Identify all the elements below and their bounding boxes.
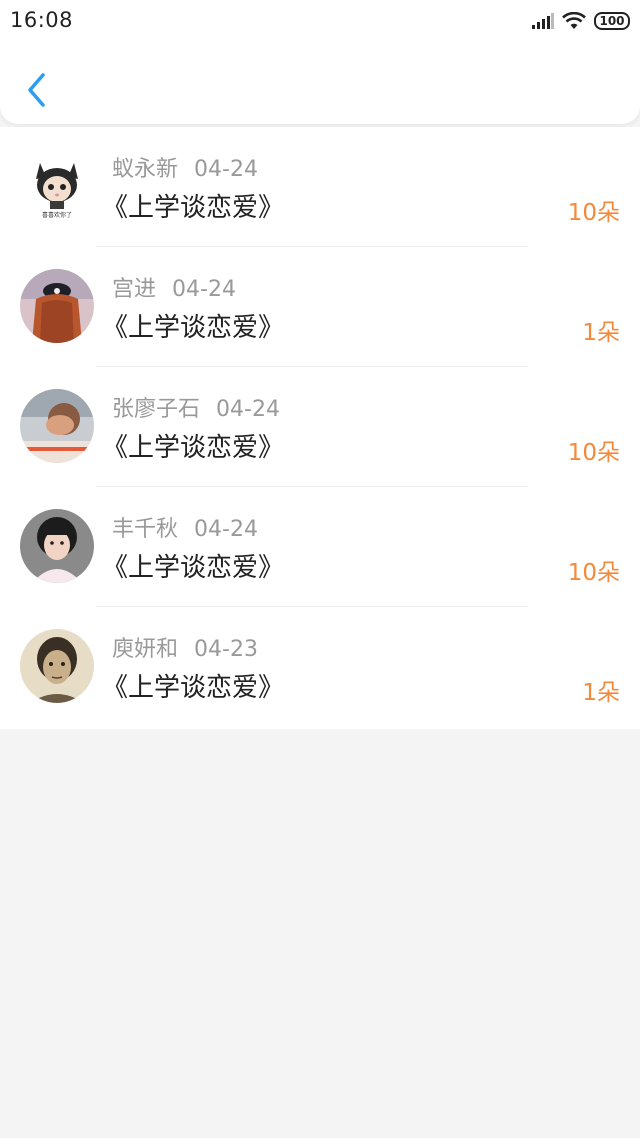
back-button[interactable] xyxy=(18,70,54,110)
avatar-photo-icon xyxy=(20,269,94,343)
sender-name: 蚁永新 xyxy=(112,157,179,182)
svg-text:喜喜欢你了: 喜喜欢你了 xyxy=(42,211,72,219)
sender-name: 丰千秋 xyxy=(112,517,179,542)
book-title[interactable]: 《上学谈恋爱》 xyxy=(102,307,284,344)
status-bar: 16:08 100 xyxy=(0,0,640,44)
send-date: 04-24 xyxy=(194,157,258,182)
list-item[interactable]: 喜喜欢你了 蚁永新 04-24 《上学谈恋爱》 10朵 xyxy=(0,127,640,247)
sender-line: 丰千秋 04-24 xyxy=(112,511,258,543)
list-item[interactable]: 丰千秋 04-24 《上学谈恋爱》 10朵 xyxy=(0,487,640,607)
wifi-icon xyxy=(562,12,586,29)
avatar[interactable]: 喜喜欢你了 xyxy=(20,149,94,223)
gift-amount: 10朵 xyxy=(567,200,620,226)
list-item[interactable]: 庾妍和 04-23 《上学谈恋爱》 1朵 xyxy=(0,607,640,727)
send-date: 04-23 xyxy=(194,637,258,662)
app-header: 16:08 100 xyxy=(0,0,640,124)
avatar-photo-icon xyxy=(20,629,94,703)
gift-amount: 1朵 xyxy=(582,680,620,706)
list-item[interactable]: 张廖子石 04-24 《上学谈恋爱》 10朵 xyxy=(0,367,640,487)
gift-amount: 1朵 xyxy=(582,320,620,346)
sender-name: 庾妍和 xyxy=(112,637,179,662)
avatar[interactable] xyxy=(20,509,94,583)
battery-level: 100 xyxy=(599,14,625,28)
chevron-left-icon xyxy=(28,73,45,107)
gift-amount: 10朵 xyxy=(567,560,620,586)
sender-name: 张廖子石 xyxy=(112,397,201,422)
sender-name: 宫进 xyxy=(112,277,157,302)
gift-amount: 10朵 xyxy=(567,440,620,466)
avatar-photo-icon xyxy=(20,389,94,463)
book-title[interactable]: 《上学谈恋爱》 xyxy=(102,667,284,704)
send-date: 04-24 xyxy=(172,277,236,302)
send-date: 04-24 xyxy=(194,517,258,542)
status-time: 16:08 xyxy=(10,8,74,32)
sender-line: 宫进 04-24 xyxy=(112,271,236,303)
gift-list: 喜喜欢你了 蚁永新 04-24 《上学谈恋爱》 10朵 宫进 04-24 《上学谈恋… xyxy=(0,127,640,729)
battery-icon: 100 xyxy=(594,12,630,30)
sender-line: 张廖子石 04-24 xyxy=(112,391,280,423)
avatar[interactable] xyxy=(20,629,94,703)
sender-line: 庾妍和 04-23 xyxy=(112,631,258,663)
avatar[interactable] xyxy=(20,269,94,343)
status-icons: 100 xyxy=(532,10,630,32)
list-item[interactable]: 宫进 04-24 《上学谈恋爱》 1朵 xyxy=(0,247,640,367)
avatar[interactable] xyxy=(20,389,94,463)
signal-icon xyxy=(532,13,554,29)
sender-line: 蚁永新 04-24 xyxy=(112,151,258,183)
book-title[interactable]: 《上学谈恋爱》 xyxy=(102,427,284,464)
book-title[interactable]: 《上学谈恋爱》 xyxy=(102,547,284,584)
book-title[interactable]: 《上学谈恋爱》 xyxy=(102,187,284,224)
avatar-photo-icon xyxy=(20,509,94,583)
avatar-cartoon-icon: 喜喜欢你了 xyxy=(20,149,94,223)
send-date: 04-24 xyxy=(216,397,280,422)
